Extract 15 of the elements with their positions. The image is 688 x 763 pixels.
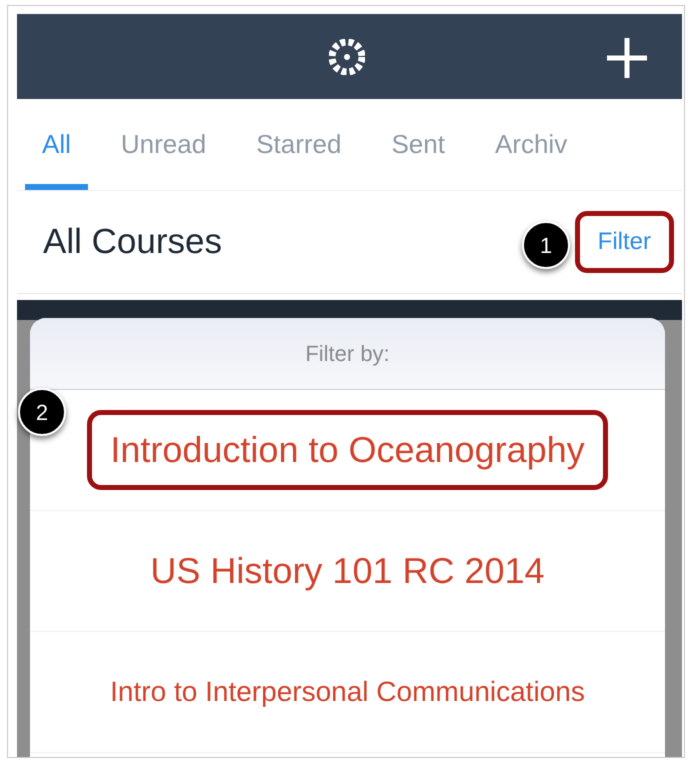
tab[interactable]: Archiv: [478, 99, 584, 190]
tab[interactable]: Unread: [104, 99, 224, 190]
callout-badge: 2: [18, 388, 66, 436]
sheet-title: Filter by:: [305, 340, 390, 368]
section-title: All Courses: [43, 220, 222, 263]
callout-badge: 1: [522, 221, 570, 269]
filter-button[interactable]: Filter: [574, 211, 674, 273]
course-option[interactable]: Introduction to Oceanography: [87, 410, 608, 490]
course-option[interactable]: US History 101 RC 2014: [127, 531, 568, 611]
tab[interactable]: Sent: [374, 99, 462, 190]
add-icon[interactable]: [605, 36, 649, 80]
tab[interactable]: All: [25, 99, 88, 190]
tab[interactable]: Starred: [239, 99, 358, 190]
logo-icon: [329, 39, 365, 75]
course-option[interactable]: Intro to Interpersonal Communications: [87, 652, 608, 732]
